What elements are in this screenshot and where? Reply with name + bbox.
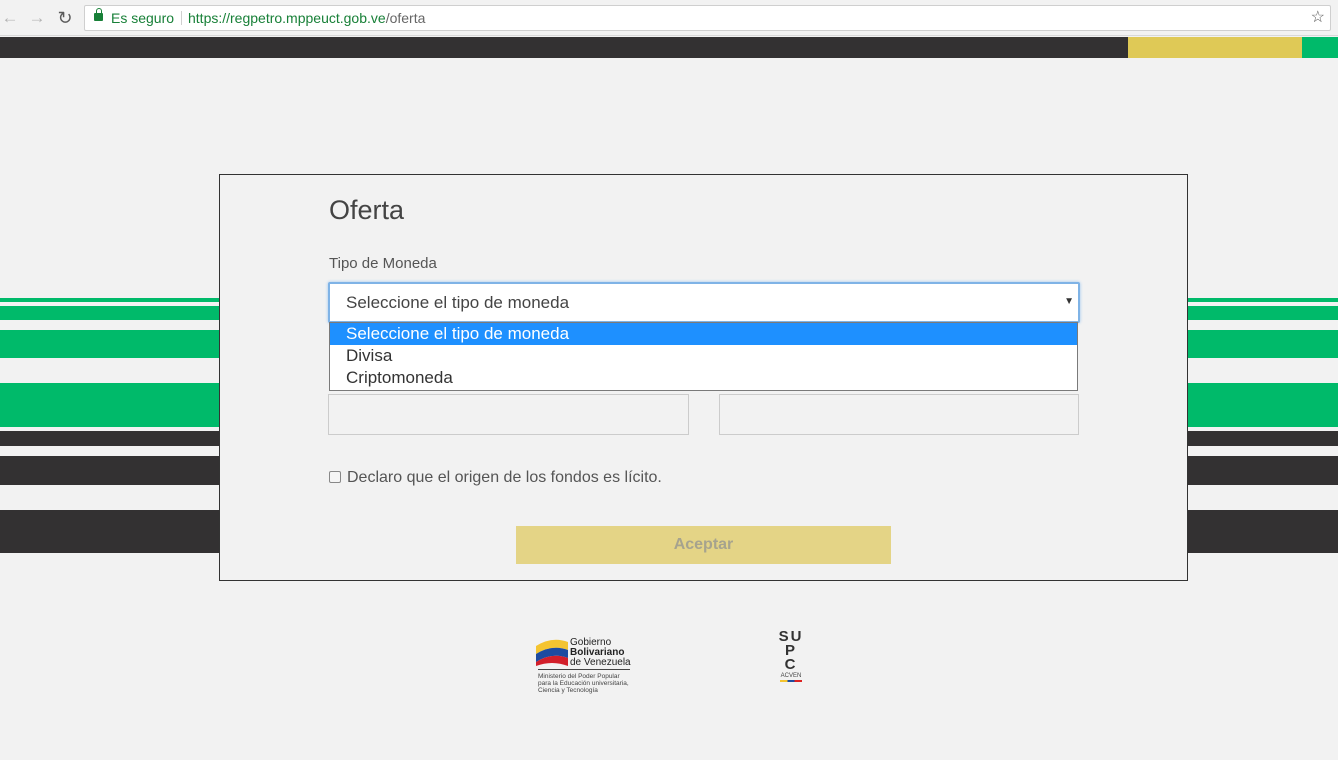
offer-form-card: Oferta Tipo de Moneda Seleccione el tipo… <box>219 174 1188 581</box>
star-icon[interactable]: ☆ <box>1311 6 1325 30</box>
gob-divider <box>538 669 630 670</box>
supc-logo: SU P C ACVEN <box>776 628 806 686</box>
option-placeholder[interactable]: Seleccione el tipo de moneda <box>330 323 1077 345</box>
currency-type-select[interactable]: Seleccione el tipo de moneda ▼ <box>328 282 1080 323</box>
venezuela-flag-icon <box>536 639 568 666</box>
back-arrow-icon[interactable]: ← <box>0 8 20 28</box>
supc-letters: SU P C <box>778 628 804 673</box>
gob-title: Gobierno Bolivariano de Venezuela <box>570 637 631 668</box>
browser-toolbar: ← → ↻ Es seguro https://regpetro.mppeuct… <box>0 0 1338 36</box>
currency-select-value: Seleccione el tipo de moneda <box>346 293 570 312</box>
url-text: https://regpetro.mppeuct.gob.ve/oferta <box>188 10 426 26</box>
caret-down-icon: ▼ <box>1064 296 1074 307</box>
declaration-checkbox[interactable] <box>329 471 341 483</box>
accept-button[interactable]: Aceptar <box>516 526 891 564</box>
supc-flag-line <box>780 680 802 682</box>
header-bar-yellow <box>1128 37 1302 58</box>
address-separator <box>181 11 182 25</box>
currency-dropdown-list: Seleccione el tipo de moneda Divisa Crip… <box>329 322 1078 391</box>
lock-icon <box>94 8 103 21</box>
header-bar-dark <box>0 37 1128 58</box>
secure-label: Es seguro <box>111 10 175 26</box>
header-bar-green <box>1302 37 1338 58</box>
price-input[interactable] <box>719 394 1079 435</box>
amount-input[interactable] <box>328 394 689 435</box>
forward-arrow-icon[interactable]: → <box>27 8 47 28</box>
currency-type-label: Tipo de Moneda <box>329 255 437 272</box>
declaration-label[interactable]: Declaro que el origen de los fondos es l… <box>347 469 662 487</box>
gob-ministry: Ministerio del Poder Popular para la Edu… <box>538 673 629 694</box>
option-divisa[interactable]: Divisa <box>330 345 1077 367</box>
supc-subtitle: ACVEN <box>780 673 802 679</box>
option-criptomoneda[interactable]: Criptomoneda <box>330 367 1077 389</box>
address-bar[interactable]: Es seguro https://regpetro.mppeuct.gob.v… <box>84 5 1331 31</box>
gobierno-bolivariano-logo: Gobierno Bolivariano de Venezuela Minist… <box>536 632 636 696</box>
page-title: Oferta <box>329 195 405 225</box>
reload-icon[interactable]: ↻ <box>55 8 75 28</box>
